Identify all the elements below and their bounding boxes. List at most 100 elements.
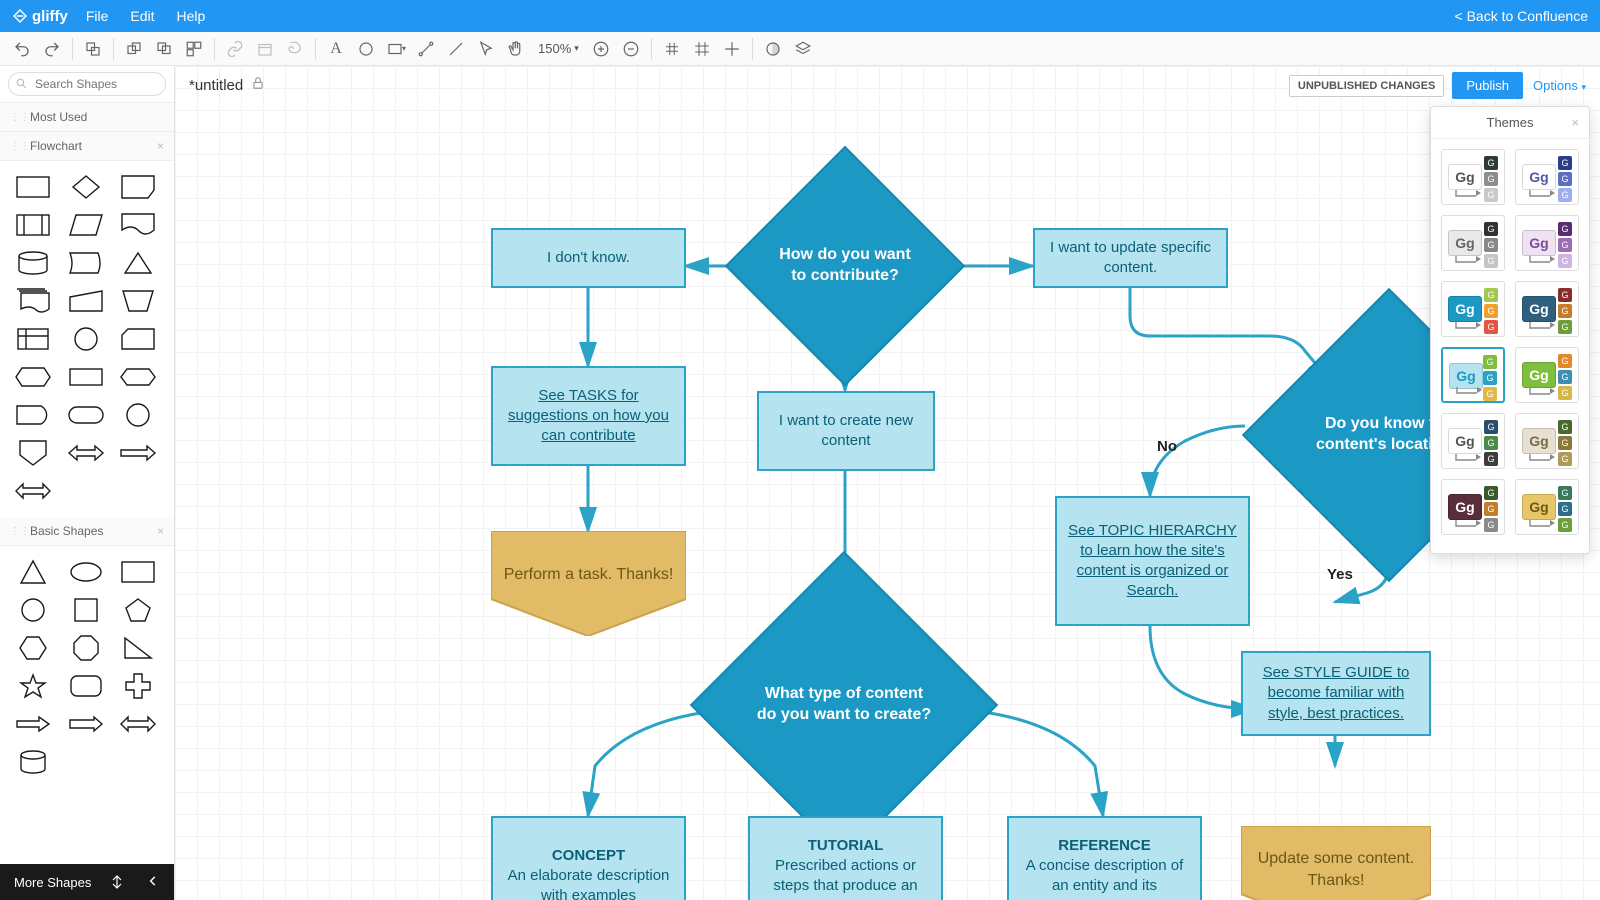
shape-hexagon[interactable] bbox=[14, 634, 52, 662]
shape-octagon[interactable] bbox=[67, 634, 105, 662]
section-basic-shapes[interactable]: ⋮⋮Basic Shapes× bbox=[0, 517, 174, 546]
theme-swatch-1[interactable]: Gg G G G bbox=[1515, 149, 1579, 205]
shape-offpage2[interactable] bbox=[14, 439, 52, 467]
shape-delay[interactable] bbox=[14, 401, 52, 429]
theme-swatch-5[interactable]: Gg G G G bbox=[1515, 281, 1579, 337]
text-tool[interactable]: A bbox=[322, 35, 350, 63]
shape-manual-input[interactable] bbox=[67, 287, 105, 315]
pointer-tool[interactable] bbox=[472, 35, 500, 63]
shape-preparation[interactable] bbox=[14, 363, 52, 391]
theme-swatch-4[interactable]: Gg G G G bbox=[1441, 281, 1505, 337]
shape-process2[interactable] bbox=[67, 363, 105, 391]
node-create-new[interactable]: I want to create new content bbox=[757, 391, 935, 471]
decision-content-type[interactable]: What type of content do you want to crea… bbox=[735, 596, 953, 814]
theme-swatch-7[interactable]: Gg G G G bbox=[1515, 347, 1579, 403]
node-topic-hierarchy[interactable]: See TOPIC HIERARCHY to learn how the sit… bbox=[1055, 496, 1250, 626]
shape-pentagon[interactable] bbox=[119, 596, 157, 624]
theme-swatch-0[interactable]: Gg G G G bbox=[1441, 149, 1505, 205]
shape-arrow-r2[interactable] bbox=[67, 710, 105, 738]
shape-terminator[interactable] bbox=[67, 401, 105, 429]
shape-arrow-r[interactable] bbox=[14, 710, 52, 738]
shape-rect[interactable] bbox=[119, 558, 157, 586]
shape-star[interactable] bbox=[14, 672, 52, 700]
shape-display[interactable] bbox=[67, 249, 105, 277]
shape-manual-op[interactable] bbox=[119, 287, 157, 315]
shape-document[interactable] bbox=[119, 211, 157, 239]
section-most-used[interactable]: ⋮⋮Most Used bbox=[0, 103, 174, 132]
menu-help[interactable]: Help bbox=[177, 8, 206, 24]
shape-extract[interactable] bbox=[119, 249, 157, 277]
pan-tool[interactable] bbox=[502, 35, 530, 63]
node-tutorial[interactable]: TUTORIALPrescribed actions or steps that… bbox=[748, 816, 943, 900]
shape-rectangle[interactable] bbox=[14, 173, 52, 201]
theme-swatch-6[interactable]: Gg G G G bbox=[1441, 347, 1505, 403]
options-dropdown[interactable]: Options ▾ bbox=[1533, 78, 1586, 93]
close-icon[interactable]: × bbox=[157, 524, 164, 538]
snap-button[interactable] bbox=[688, 35, 716, 63]
shape-square[interactable] bbox=[67, 596, 105, 624]
publish-button[interactable]: Publish bbox=[1452, 72, 1523, 99]
theme-swatch-8[interactable]: Gg G G G bbox=[1441, 413, 1505, 469]
shape-predefined[interactable] bbox=[14, 211, 52, 239]
shape-offpage[interactable] bbox=[119, 173, 157, 201]
theme-swatch-3[interactable]: Gg G G G bbox=[1515, 215, 1579, 271]
shape-arrow-bi[interactable] bbox=[119, 710, 157, 738]
decision-how-contribute[interactable]: How do you want to contribute? bbox=[760, 181, 930, 351]
zoom-out-button[interactable] bbox=[617, 35, 645, 63]
shape-plus[interactable] bbox=[119, 672, 157, 700]
node-style-guide[interactable]: See STYLE GUIDE to become familiar with … bbox=[1241, 651, 1431, 736]
theme-button[interactable] bbox=[759, 35, 787, 63]
menu-file[interactable]: File bbox=[86, 8, 109, 24]
back-to-confluence-link[interactable]: < Back to Confluence bbox=[1455, 8, 1588, 24]
shape-multidoc[interactable] bbox=[14, 287, 52, 315]
close-icon[interactable]: × bbox=[157, 139, 164, 153]
bring-front-button[interactable] bbox=[120, 35, 148, 63]
menu-edit[interactable]: Edit bbox=[130, 8, 154, 24]
shape-arrow-left[interactable] bbox=[67, 439, 105, 467]
shape-triangle[interactable] bbox=[14, 558, 52, 586]
shape-ellipse[interactable] bbox=[67, 558, 105, 586]
node-see-tasks[interactable]: See TASKS for suggestions on how you can… bbox=[491, 366, 686, 466]
shape-diamond[interactable] bbox=[67, 173, 105, 201]
theme-swatch-10[interactable]: Gg G G G bbox=[1441, 479, 1505, 535]
zoom-display[interactable]: 150%▾ bbox=[532, 41, 585, 56]
node-concept[interactable]: CONCEPTAn elaborate description with exa… bbox=[491, 816, 686, 900]
shape-database[interactable] bbox=[14, 249, 52, 277]
node-dont-know[interactable]: I don't know. bbox=[491, 228, 686, 288]
send-back-button[interactable] bbox=[150, 35, 178, 63]
shape-cylinder[interactable] bbox=[14, 748, 52, 776]
group-button[interactable] bbox=[79, 35, 107, 63]
node-perform-task[interactable]: Perform a task. Thanks! bbox=[491, 531, 686, 636]
lasso-button[interactable] bbox=[281, 35, 309, 63]
zoom-in-button[interactable] bbox=[587, 35, 615, 63]
popup-button[interactable] bbox=[251, 35, 279, 63]
redo-button[interactable] bbox=[38, 35, 66, 63]
ellipse-tool[interactable] bbox=[352, 35, 380, 63]
rect-tool[interactable]: ▾ bbox=[382, 35, 410, 63]
close-icon[interactable]: × bbox=[1571, 115, 1579, 130]
shape-circle[interactable] bbox=[14, 596, 52, 624]
brand-logo[interactable]: gliffy bbox=[12, 8, 68, 25]
canvas[interactable]: *untitled UNPUBLISHED CHANGES Publish Op… bbox=[175, 66, 1600, 900]
arrange-button[interactable] bbox=[180, 35, 208, 63]
more-shapes-bar[interactable]: More Shapes bbox=[0, 864, 174, 900]
theme-swatch-11[interactable]: Gg G G G bbox=[1515, 479, 1579, 535]
search-shapes-input[interactable] bbox=[8, 72, 166, 96]
link-button[interactable] bbox=[221, 35, 249, 63]
shape-arrow-both[interactable] bbox=[14, 477, 52, 505]
shape-right-triangle[interactable] bbox=[119, 634, 157, 662]
node-update-specific[interactable]: I want to update specific content. bbox=[1033, 228, 1228, 288]
node-reference[interactable]: REFERENCEA concise description of an ent… bbox=[1007, 816, 1202, 900]
guides-button[interactable] bbox=[718, 35, 746, 63]
shape-data[interactable] bbox=[67, 211, 105, 239]
shape-arrow-right[interactable] bbox=[119, 439, 157, 467]
node-update-content[interactable]: Update some content. Thanks! bbox=[1241, 826, 1431, 900]
shape-connector[interactable] bbox=[67, 325, 105, 353]
shape-connector2[interactable] bbox=[119, 401, 157, 429]
section-flowchart[interactable]: ⋮⋮Flowchart× bbox=[0, 132, 174, 161]
grid-button[interactable] bbox=[658, 35, 686, 63]
theme-swatch-2[interactable]: Gg G G G bbox=[1441, 215, 1505, 271]
layers-button[interactable] bbox=[789, 35, 817, 63]
shape-internal-storage[interactable] bbox=[14, 325, 52, 353]
theme-swatch-9[interactable]: Gg G G G bbox=[1515, 413, 1579, 469]
